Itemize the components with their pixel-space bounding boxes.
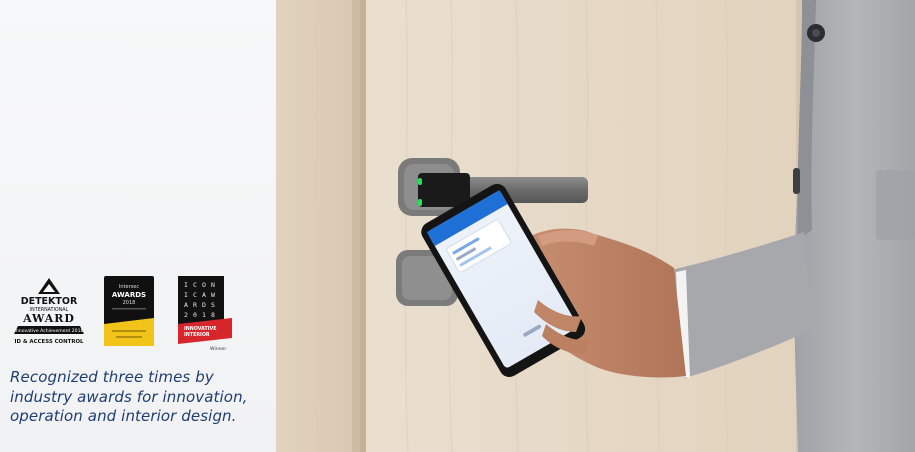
detektor-award-name: AWARD — [22, 312, 75, 325]
door-lock-scene — [276, 0, 915, 452]
svg-text:1: 1 — [202, 311, 206, 319]
status-led — [418, 178, 422, 185]
svg-text:C: C — [193, 281, 197, 289]
svg-text:O: O — [202, 281, 206, 289]
caption-line-3: operation and interior design. — [10, 407, 237, 425]
caption-line-1: Recognized three times by — [10, 368, 214, 386]
svg-text:A: A — [202, 291, 206, 299]
iconic-footer: Winner — [210, 346, 226, 352]
product-photo — [276, 0, 915, 452]
awards-row: DETEKTOR INTERNATIONAL AWARD Innovative … — [10, 276, 250, 352]
svg-text:A: A — [184, 301, 188, 309]
detektor-title: DETEKTOR — [21, 296, 78, 307]
svg-text:0: 0 — [193, 311, 197, 319]
iconic-award-logo: I C O N I C A W A R D S 2 0 1 8 INNOVATI… — [178, 276, 232, 352]
svg-text:S: S — [211, 301, 215, 309]
svg-text:D: D — [202, 301, 206, 309]
detektor-category: Innovative Achievement 2018 — [15, 328, 84, 334]
detektor-footer: ID & ACCESS CONTROL — [15, 339, 85, 345]
iconic-ribbon-line1: INNOVATIVE — [184, 326, 217, 332]
intersec-line3: 2018 — [123, 300, 136, 306]
svg-text:C: C — [193, 291, 197, 299]
caption-line-2: industry awards for innovation, — [10, 387, 248, 406]
awards-caption: Recognized three times by industry award… — [10, 368, 272, 427]
intersec-line1: Intersec — [119, 284, 139, 290]
svg-text:R: R — [193, 301, 197, 309]
svg-text:I: I — [184, 281, 188, 289]
svg-text:W: W — [211, 291, 215, 299]
intersec-line2: AWARDS — [112, 291, 146, 299]
iconic-ribbon-line2: INTERIOR — [184, 332, 210, 338]
svg-text:I: I — [184, 291, 188, 299]
svg-text:2: 2 — [184, 311, 188, 319]
svg-text:N: N — [211, 281, 215, 289]
intersec-award-logo: Intersec AWARDS 2018 — [104, 276, 154, 346]
svg-text:8: 8 — [211, 311, 215, 319]
detektor-award-logo: DETEKTOR INTERNATIONAL AWARD Innovative … — [14, 278, 85, 345]
